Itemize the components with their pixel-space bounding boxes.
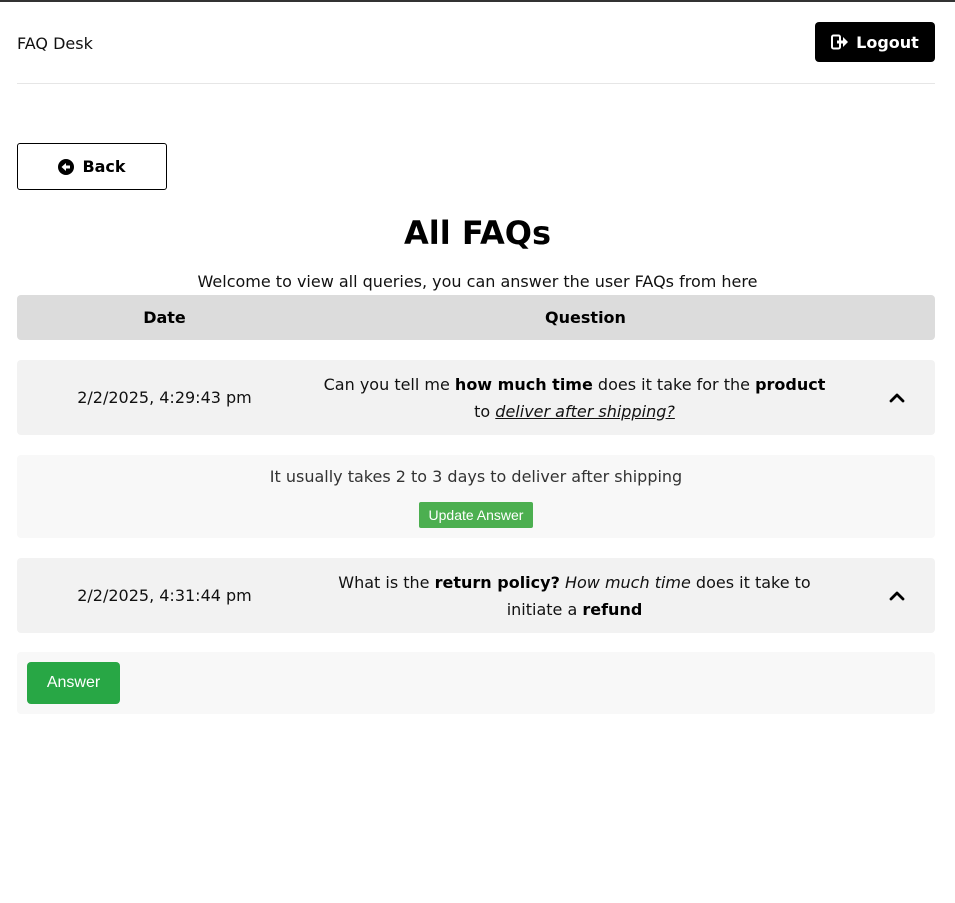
answer-panel: It usually takes 2 to 3 days to deliver … (17, 455, 935, 538)
back-button[interactable]: Back (17, 143, 167, 190)
question-text: What is the (338, 572, 435, 592)
faq-date: 2/2/2025, 4:31:44 pm (77, 586, 252, 605)
chevron-up-icon[interactable] (887, 388, 907, 408)
table-header: Date Question (17, 295, 935, 340)
answer-panel: Answer (17, 652, 935, 714)
question-text: does it take to (690, 572, 811, 592)
answer-text: It usually takes 2 to 3 days to deliver … (269, 467, 683, 486)
question-text-bold: return policy? (434, 572, 560, 592)
faq-question: What is the return policy? How much time… (322, 558, 827, 633)
faq-row[interactable]: 2/2/2025, 4:29:43 pm Can you tell me how… (17, 360, 935, 435)
app-header: FAQ Desk Logout (17, 22, 935, 84)
question-text-bold: how much time (454, 374, 593, 394)
faq-question: Can you tell me how much time does it ta… (322, 360, 827, 435)
question-text: Can you tell me (323, 374, 455, 394)
logout-label: Logout (856, 32, 919, 52)
question-text-bold: refund (582, 599, 643, 619)
question-text-bold: product (755, 374, 826, 394)
question-text: to (474, 401, 496, 421)
page-title: All FAQs (403, 214, 552, 252)
faq-row[interactable]: 2/2/2025, 4:31:44 pm What is the return … (17, 558, 935, 633)
arrow-circle-left-icon (58, 158, 75, 175)
logout-button[interactable]: Logout (815, 22, 935, 62)
question-text: initiate a (506, 599, 583, 619)
answer-button[interactable]: Answer (27, 662, 120, 704)
logout-icon (831, 34, 849, 50)
update-answer-button[interactable]: Update Answer (419, 502, 533, 528)
question-text: does it take for the (592, 374, 756, 394)
column-header-question: Question (545, 308, 626, 327)
page-subtitle: Welcome to view all queries, you can ans… (197, 272, 758, 291)
brand-title: FAQ Desk (17, 34, 93, 53)
chevron-up-icon[interactable] (887, 586, 907, 606)
question-text-emphasis: deliver after shipping? (495, 401, 675, 421)
question-text-italic: How much time (564, 572, 691, 592)
faq-date: 2/2/2025, 4:29:43 pm (77, 388, 252, 407)
back-label: Back (82, 157, 126, 176)
column-header-date: Date (143, 308, 186, 327)
